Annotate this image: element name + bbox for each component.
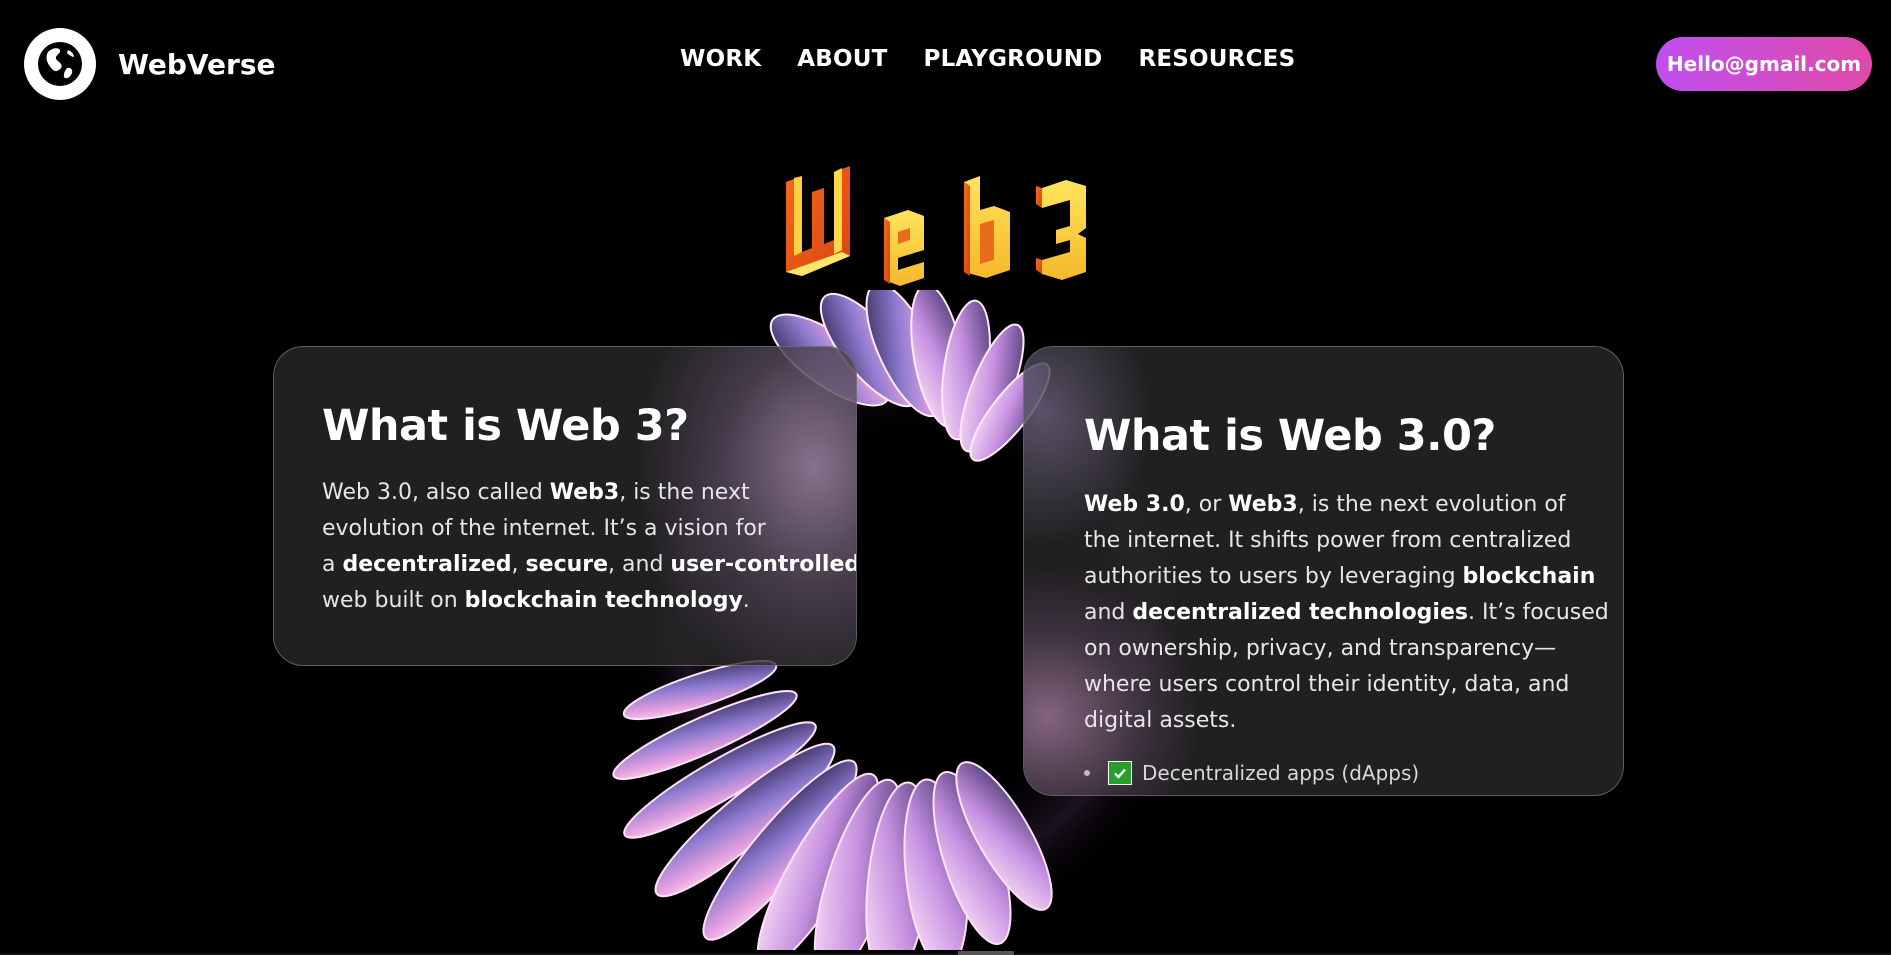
bullet-dot [1084, 770, 1090, 776]
text-span: , is the next [619, 480, 750, 505]
bold-text: secure [525, 552, 609, 577]
nav-item-resources[interactable]: RESOURCES [1138, 46, 1295, 72]
brand-name: WebVerse [118, 47, 276, 81]
paragraph-line: on ownership, privacy, and transparency— [1084, 631, 1584, 667]
bold-text: Web3 [549, 480, 620, 505]
bold-text: blockchain [1462, 564, 1596, 589]
page: WebVerse WORK ABOUT PLAYGROUND RESOURCES… [0, 0, 1891, 955]
text-span: . It’s focused [1468, 600, 1609, 625]
web3-logo-art [786, 166, 1086, 286]
scroll-indicator [958, 951, 1014, 955]
email-contact-button[interactable]: Hello@gmail.com [1656, 37, 1872, 91]
text-span: and [1084, 600, 1133, 625]
text-span: Web 3.0, also called [322, 480, 550, 505]
text-span: , [511, 552, 526, 577]
text-span: authorities to users by leveraging [1084, 564, 1463, 589]
paragraph-line: and decentralized technologies. It’s foc… [1084, 595, 1609, 631]
paragraph-line: a decentralized, secure, and user-contro… [322, 547, 856, 583]
bold-text: blockchain technology [464, 588, 743, 613]
text-span: , and [608, 552, 671, 577]
nav-item-playground[interactable]: PLAYGROUND [924, 46, 1103, 72]
paragraph-line: the internet. It shifts power from centr… [1084, 523, 1584, 559]
bold-text: decentralized [342, 552, 512, 577]
info-card-what-is-web3-0: What is Web 3.0? Web 3.0, or Web3, is th… [1023, 346, 1624, 796]
card-paragraph: Web 3.0, also called Web3, is the next ev… [322, 475, 856, 619]
bold-text: Web3 [1228, 492, 1298, 517]
check-mark-icon [1108, 761, 1132, 785]
card-paragraph: Web 3.0, or Web3, is the next evolution … [1084, 487, 1609, 739]
info-card-what-is-web3: What is Web 3? Web 3.0, also called Web3… [273, 346, 857, 666]
text-span: a [322, 552, 343, 577]
paragraph-line: web built on blockchain technology. [322, 583, 842, 619]
text-span: evolution of the internet. It’s a vision… [322, 516, 766, 541]
paragraph-line: authorities to users by leveraging block… [1084, 559, 1595, 595]
main-nav: WORK ABOUT PLAYGROUND RESOURCES [680, 46, 1295, 72]
card-title: What is Web 3.0? [1084, 411, 1496, 461]
feature-list-item: Decentralized apps (dApps) [1084, 761, 1419, 785]
text-span: , is the next evolution of [1297, 492, 1566, 517]
paragraph-line: evolution of the internet. It’s a vision… [322, 511, 842, 547]
text-span: , or [1184, 492, 1229, 517]
text-span: . [742, 588, 750, 613]
text-span: digital assets. [1084, 708, 1237, 733]
paragraph-line: Web 3.0, or Web3, is the next evolution … [1084, 487, 1584, 523]
bold-text: user-controlled [670, 552, 857, 577]
paragraph-line: digital assets. [1084, 703, 1584, 739]
text-span: web built on [322, 588, 465, 613]
paragraph-line: where users control their identity, data… [1084, 667, 1584, 703]
bold-text: decentralized technologies [1132, 600, 1468, 625]
globe-icon [24, 28, 96, 100]
text-span: on ownership, privacy, and transparency— [1084, 636, 1557, 661]
text-span: the internet. It shifts power from centr… [1084, 528, 1572, 553]
nav-item-about[interactable]: ABOUT [797, 46, 887, 72]
text-span: where users control their identity, data… [1084, 672, 1570, 697]
paragraph-line: Web 3.0, also called Web3, is the next [322, 475, 842, 511]
feature-list-item-label: Decentralized apps (dApps) [1142, 761, 1420, 785]
bold-text: Web 3.0 [1084, 492, 1185, 517]
brand[interactable]: WebVerse [24, 28, 276, 100]
card-title: What is Web 3? [322, 401, 689, 451]
nav-item-work[interactable]: WORK [680, 46, 761, 72]
hero-title: Web3 [780, 160, 1120, 300]
top-navigation-bar: WebVerse WORK ABOUT PLAYGROUND RESOURCES… [0, 0, 1891, 128]
